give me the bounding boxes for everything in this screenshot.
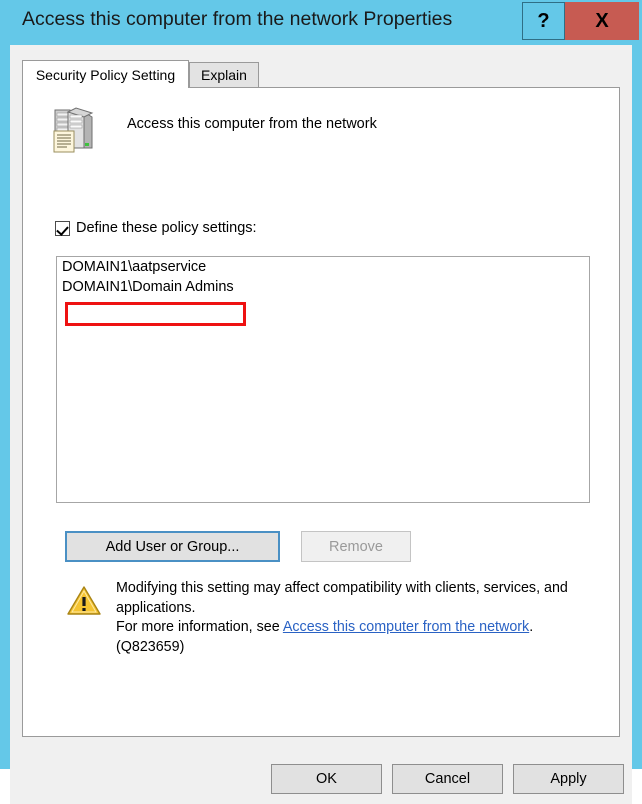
principals-listbox[interactable]: DOMAIN1\aatpservice DOMAIN1\Domain Admin… bbox=[56, 256, 590, 503]
warning-line-1: Modifying this setting may affect compat… bbox=[116, 580, 541, 596]
policy-name-label: Access this computer from the network bbox=[127, 116, 377, 132]
list-item[interactable]: DOMAIN1\aatpservice bbox=[57, 257, 589, 277]
warning-triangle-icon bbox=[67, 586, 101, 615]
define-policy-settings-checkbox[interactable] bbox=[55, 220, 70, 236]
warning-text: Modifying this setting may affect compat… bbox=[116, 579, 603, 657]
add-user-or-group-button[interactable]: Add User or Group... bbox=[65, 531, 280, 562]
define-policy-settings-row[interactable]: Define these policy settings: bbox=[55, 220, 257, 236]
tab-strip: Security Policy Setting Explain bbox=[22, 60, 620, 88]
list-item[interactable]: DOMAIN1\Domain Admins bbox=[57, 277, 589, 297]
properties-dialog-window: Access this computer from the network Pr… bbox=[0, 0, 642, 804]
title-bar: Access this computer from the network Pr… bbox=[0, 0, 642, 45]
dialog-body: Security Policy Setting Explain Access t… bbox=[10, 45, 632, 804]
tab-panel-security-policy-setting: Access this computer from the network De… bbox=[22, 87, 620, 737]
window-title: Access this computer from the network Pr… bbox=[22, 8, 453, 30]
policy-header: Access this computer from the network bbox=[41, 98, 601, 160]
define-policy-settings-label: Define these policy settings: bbox=[76, 220, 257, 236]
warning-link[interactable]: Access this computer from the network bbox=[283, 619, 529, 635]
help-button[interactable]: ? bbox=[522, 2, 565, 40]
tab-explain[interactable]: Explain bbox=[189, 62, 259, 87]
warning-line-3-suffix: . bbox=[529, 619, 534, 635]
dialog-button-bar: OK Cancel Apply bbox=[10, 737, 632, 804]
close-button[interactable]: X bbox=[565, 2, 639, 40]
tab-security-policy-setting[interactable]: Security Policy Setting bbox=[22, 60, 189, 88]
warning-line-3-prefix: For more information, see bbox=[116, 619, 283, 635]
remove-button: Remove bbox=[301, 531, 411, 562]
warning-kb-number: (Q823659) bbox=[116, 638, 185, 655]
server-policy-icon bbox=[53, 107, 94, 153]
